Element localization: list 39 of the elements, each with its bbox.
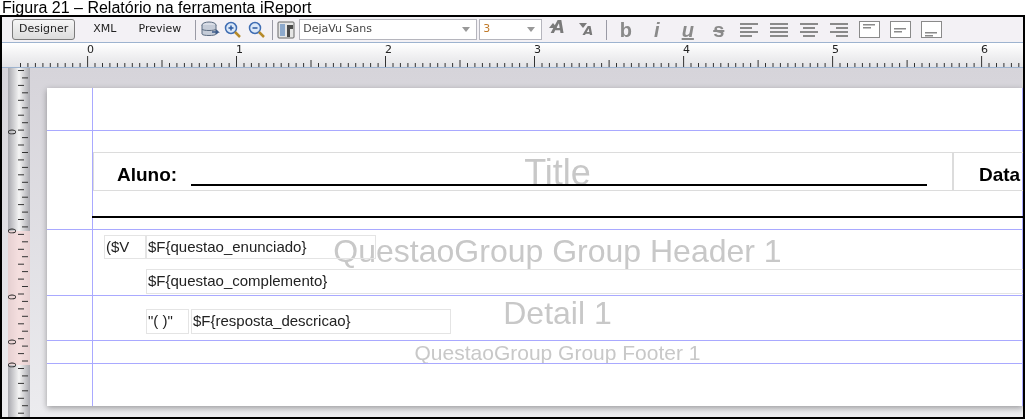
ruler-number: 0 <box>7 228 18 234</box>
align-middle-icon[interactable] <box>890 21 912 38</box>
font-size-dropdown[interactable]: 3 <box>479 19 543 40</box>
ruler-number: 2 <box>385 44 392 55</box>
ruler-number: 4 <box>683 44 690 55</box>
triangle-icon <box>549 22 558 28</box>
static-text: Aluno: <box>117 163 179 187</box>
view-tab[interactable]: Designer <box>12 19 76 40</box>
ruler-number: 0 <box>7 339 18 345</box>
strikethrough-button[interactable]: s <box>704 18 734 41</box>
align-bottom-icon[interactable] <box>921 21 943 38</box>
align-left-icon[interactable] <box>740 22 759 37</box>
underline-button[interactable]: u <box>673 18 703 41</box>
font-family-dropdown[interactable]: DejaVu Sans <box>299 19 478 40</box>
ruler-number: 6 <box>981 44 988 55</box>
static-text: Data <box>979 163 1022 187</box>
font-shrink-button[interactable]: A <box>574 18 603 41</box>
ruler-number: 0 <box>7 129 18 135</box>
italic-button[interactable]: i <box>642 18 672 41</box>
triangle-icon <box>579 22 588 28</box>
view-tab[interactable]: Preview <box>128 19 192 40</box>
align-justify-icon[interactable] <box>770 22 789 37</box>
ruler-number: 1 <box>236 44 243 55</box>
ruler-number: 0 <box>7 294 18 300</box>
caret-icon <box>462 27 471 32</box>
ruler-number: 3 <box>534 44 541 55</box>
font-grow-button[interactable]: A <box>544 18 573 41</box>
align-center-icon[interactable] <box>800 22 819 37</box>
view-tab[interactable]: XML <box>83 19 127 40</box>
align-top-icon[interactable] <box>859 21 881 38</box>
ruler-number: 0 <box>87 44 94 55</box>
bold-button[interactable]: b <box>611 18 641 41</box>
zoom-out-icon[interactable] <box>248 20 267 39</box>
caret-icon <box>527 27 536 32</box>
ruler-number: 5 <box>832 44 839 55</box>
ruler-number: 0 <box>7 362 18 368</box>
zoom-in-icon[interactable] <box>224 20 243 39</box>
database-icon[interactable] <box>200 20 221 39</box>
align-right-icon[interactable] <box>830 22 849 37</box>
